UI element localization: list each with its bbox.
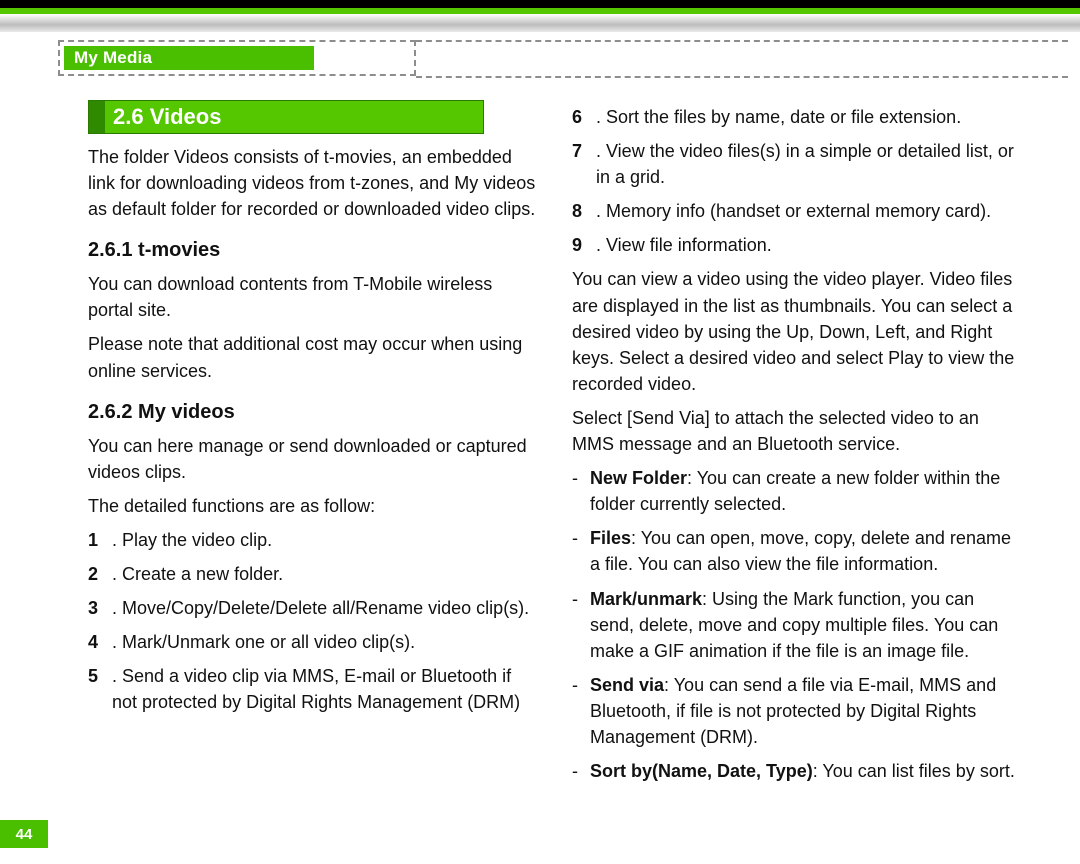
list-item: 1 . Play the video clip. [88,527,538,553]
myvideos-para2: The detailed functions are as follow: [88,493,538,519]
item-text: New Folder: You can create a new folder … [586,465,1022,517]
manual-page: My Media 2.6 Videos The folder Videos co… [0,0,1080,864]
bullet-dash: - [572,525,586,577]
section-title: 2.6 Videos [105,101,483,133]
list-item: - New Folder: You can create a new folde… [572,465,1022,517]
bullet-label: Send via [590,675,664,695]
item-number: 5 [88,663,108,715]
tmovies-para1: You can download contents from T-Mobile … [88,271,538,323]
section-intro: The folder Videos consists of t-movies, … [88,144,538,222]
item-number: 9 [572,232,592,258]
dashed-rule-top [416,40,1068,42]
col2-para2: Select [Send Via] to attach the selected… [572,405,1022,457]
list-item: 7 . View the video files(s) in a simple … [572,138,1022,190]
item-text: . Mark/Unmark one or all video clip(s). [108,629,415,655]
list-item: - Files: You can open, move, copy, delet… [572,525,1022,577]
page-number-badge: 44 [0,820,48,848]
dashed-rule-bottom [416,76,1068,78]
item-text: Mark/unmark: Using the Mark function, yo… [586,586,1022,664]
numbered-list-right: 6 . Sort the files by name, date or file… [572,104,1022,258]
list-item: - Sort by(Name, Date, Type): You can lis… [572,758,1022,784]
item-text: Send via: You can send a file via E-mail… [586,672,1022,750]
bullet-text: : You can list files by sort. [813,761,1015,781]
list-item: - Mark/unmark: Using the Mark function, … [572,586,1022,664]
bullet-list: - New Folder: You can create a new folde… [572,465,1022,784]
breadcrumb: My Media [64,46,314,70]
content-columns: 2.6 Videos The folder Videos consists of… [0,88,1080,792]
col2-para1: You can view a video using the video pla… [572,266,1022,396]
bullet-dash: - [572,586,586,664]
item-text: . Sort the files by name, date or file e… [592,104,961,130]
bullet-dash: - [572,465,586,517]
item-text: . View the video files(s) in a simple or… [592,138,1022,190]
tmovies-para2: Please note that additional cost may occ… [88,331,538,383]
bullet-label: Sort by(Name, Date, Type) [590,761,813,781]
list-item: 8 . Memory info (handset or external mem… [572,198,1022,224]
banner-accent-bar [89,101,105,133]
item-number: 2 [88,561,108,587]
item-number: 6 [572,104,592,130]
bullet-label: Files [590,528,631,548]
item-number: 3 [88,595,108,621]
bullet-dash: - [572,672,586,750]
item-text: . Send a video clip via MMS, E-mail or B… [108,663,538,715]
list-item: 3 . Move/Copy/Delete/Delete all/Rename v… [88,595,538,621]
bullet-label: New Folder [590,468,687,488]
bullet-label: Mark/unmark [590,589,702,609]
numbered-list-left: 1 . Play the video clip. 2 . Create a ne… [88,527,538,716]
item-text: . Play the video clip. [108,527,272,553]
list-item: - Send via: You can send a file via E-ma… [572,672,1022,750]
item-number: 4 [88,629,108,655]
item-number: 1 [88,527,108,553]
bullet-dash: - [572,758,586,784]
bullet-text: : You can open, move, copy, delete and r… [590,528,1011,574]
item-text: . Move/Copy/Delete/Delete all/Rename vid… [108,595,529,621]
item-text: Sort by(Name, Date, Type): You can list … [586,758,1015,784]
list-item: 4 . Mark/Unmark one or all video clip(s)… [88,629,538,655]
item-text: . View file information. [592,232,772,258]
item-number: 8 [572,198,592,224]
list-item: 6 . Sort the files by name, date or file… [572,104,1022,130]
top-bar-black [0,0,1080,8]
myvideos-para1: You can here manage or send downloaded o… [88,433,538,485]
top-bar-gray [0,14,1080,32]
section-banner: 2.6 Videos [88,100,484,134]
item-number: 7 [572,138,592,190]
item-text: . Memory info (handset or external memor… [592,198,991,224]
list-item: 5 . Send a video clip via MMS, E-mail or… [88,663,538,715]
item-text: . Create a new folder. [108,561,283,587]
item-text: Files: You can open, move, copy, delete … [586,525,1022,577]
column-right: 6 . Sort the files by name, date or file… [572,100,1022,792]
breadcrumb-row: My Media [58,32,1080,88]
subsection-myvideos-title: 2.6.2 My videos [88,398,538,427]
subsection-tmovies-title: 2.6.1 t-movies [88,236,538,265]
column-left: 2.6 Videos The folder Videos consists of… [88,100,538,792]
list-item: 9 . View file information. [572,232,1022,258]
list-item: 2 . Create a new folder. [88,561,538,587]
